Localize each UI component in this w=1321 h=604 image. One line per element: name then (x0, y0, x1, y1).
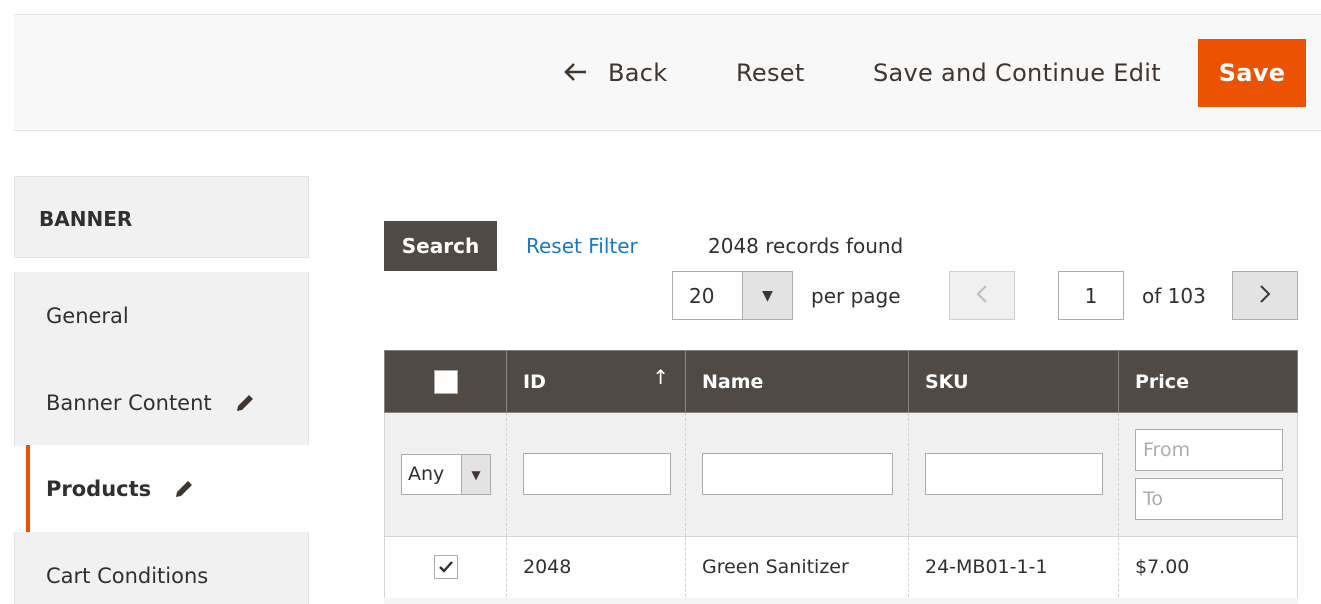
chevron-down-icon[interactable]: ▼ (742, 272, 792, 319)
table-header: ID ↑ Name SKU Price (384, 350, 1298, 413)
cell-price: $7.00 (1118, 537, 1298, 597)
sidebar-heading: BANNER (14, 176, 309, 258)
row-select-cell (385, 537, 506, 597)
pencil-icon (234, 392, 256, 414)
column-header-name[interactable]: Name (685, 351, 908, 412)
id-filter-input[interactable] (523, 453, 671, 495)
chevron-right-icon (1259, 284, 1271, 308)
checkmark-icon (438, 561, 453, 573)
sidebar-item-label: General (46, 303, 129, 328)
current-page-input[interactable]: 1 (1058, 271, 1124, 320)
cell-sku: 24-MB01-1-1 (908, 537, 1118, 597)
column-header-label: Name (702, 370, 764, 393)
page-total: of 103 (1142, 284, 1206, 308)
cell-name: Green Sanitizer (685, 537, 908, 597)
in-products-filter-select[interactable]: Any ▼ (401, 454, 491, 495)
filter-cell-sku (908, 413, 1118, 536)
sidebar-item-label: Products (46, 476, 152, 501)
next-page-button[interactable] (1232, 271, 1298, 320)
row-checkbox[interactable] (433, 555, 458, 579)
sidebar-tabs: BANNER General Banner Content Products C… (14, 176, 309, 604)
column-header-id[interactable]: ID ↑ (506, 351, 685, 412)
reset-filter-link[interactable]: Reset Filter (526, 234, 638, 258)
next-row-edge (384, 598, 1298, 604)
price-to-input[interactable]: To (1135, 478, 1283, 520)
filter-cell-name (685, 413, 908, 536)
back-label: Back (608, 59, 668, 87)
save-button[interactable]: Save (1198, 39, 1306, 107)
page-actions-toolbar: Back Reset Save and Continue Edit Save (14, 14, 1321, 131)
per-page-label: per page (811, 284, 901, 308)
column-header-sku[interactable]: SKU (908, 351, 1118, 412)
sidebar-item-label: Banner Content (46, 390, 212, 415)
per-page-value: 20 (689, 284, 715, 308)
reset-button[interactable]: Reset (736, 39, 805, 107)
save-and-continue-button[interactable]: Save and Continue Edit (873, 39, 1161, 107)
table-row[interactable]: 2048 Green Sanitizer 24-MB01-1-1 $7.00 (384, 536, 1298, 598)
filter-cell-price: From To (1118, 413, 1298, 536)
sidebar-item-general[interactable]: General (14, 272, 309, 359)
column-header-price[interactable]: Price (1118, 351, 1298, 412)
search-button[interactable]: Search (384, 221, 497, 271)
sku-filter-input[interactable] (925, 453, 1103, 495)
records-count: 2048 records found (708, 234, 904, 258)
pencil-icon (173, 478, 195, 500)
sort-ascending-icon: ↑ (652, 365, 669, 389)
sidebar-item-products[interactable]: Products (26, 445, 309, 532)
filter-row: Any ▼ From To (384, 413, 1298, 536)
sidebar-divider (14, 257, 309, 258)
per-page-select[interactable]: 20 ▼ (672, 271, 793, 320)
header-select-cell (385, 351, 506, 412)
column-header-label: Price (1135, 370, 1189, 393)
chevron-left-icon (976, 284, 988, 308)
filter-select-value: Any (408, 463, 445, 485)
cell-id: 2048 (506, 537, 685, 597)
column-header-label: SKU (925, 370, 969, 393)
chevron-down-icon[interactable]: ▼ (461, 455, 490, 494)
column-header-label: ID (523, 370, 546, 393)
previous-page-button[interactable] (949, 271, 1015, 320)
price-from-input[interactable]: From (1135, 429, 1283, 471)
select-all-checkbox[interactable] (433, 369, 458, 394)
arrow-left-icon (564, 59, 588, 87)
sidebar-item-label: Cart Conditions (46, 563, 209, 588)
filter-cell-id (506, 413, 685, 536)
name-filter-input[interactable] (702, 453, 893, 495)
sidebar-item-cart-conditions[interactable]: Cart Conditions (14, 532, 309, 604)
back-button[interactable]: Back (564, 39, 667, 107)
sidebar-item-banner-content[interactable]: Banner Content (14, 359, 309, 446)
